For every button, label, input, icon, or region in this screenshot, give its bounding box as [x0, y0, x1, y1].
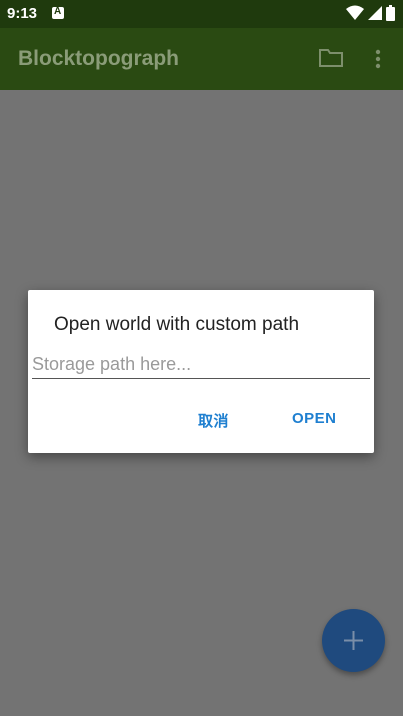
signal-icon: [368, 6, 382, 20]
open-world-dialog: Open world with custom path 取消 OPEN: [28, 290, 374, 453]
open-button[interactable]: OPEN: [292, 410, 337, 427]
app-bar: Blocktopograph: [0, 28, 403, 90]
status-bar: 9:13: [0, 0, 403, 28]
cancel-button[interactable]: 取消: [198, 410, 229, 431]
status-icons: [346, 5, 395, 21]
app-title: Blocktopograph: [18, 47, 179, 70]
add-world-fab[interactable]: [322, 609, 385, 672]
storage-path-input[interactable]: [32, 350, 370, 379]
battery-icon: [386, 5, 395, 21]
plus-icon: [344, 631, 363, 650]
more-options-button[interactable]: [368, 45, 388, 73]
wifi-icon: [346, 5, 364, 20]
status-time: 9:13: [7, 5, 38, 22]
open-folder-button[interactable]: [318, 47, 344, 69]
dialog-title: Open world with custom path: [54, 314, 300, 335]
folder-icon: [319, 49, 343, 67]
notification-a-icon: [52, 6, 64, 19]
more-vert-icon: [375, 49, 381, 69]
